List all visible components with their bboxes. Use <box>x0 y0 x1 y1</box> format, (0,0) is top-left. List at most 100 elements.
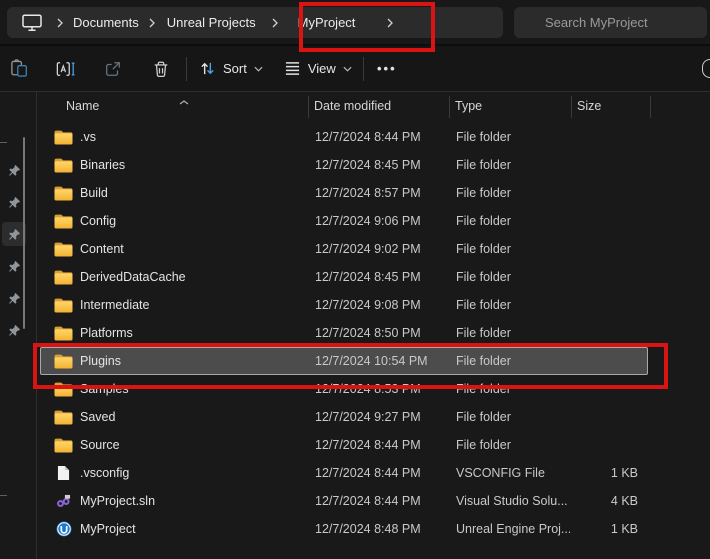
table-row[interactable]: Content 12/7/2024 9:02 PM File folder <box>40 235 648 263</box>
date-modified-cell: 12/7/2024 10:54 PM <box>311 354 452 368</box>
file-type-icon <box>54 381 73 398</box>
file-name-cell: Saved <box>41 409 311 426</box>
file-name: .vsconfig <box>80 466 129 480</box>
breadcrumb-chevron-icon[interactable] <box>149 18 155 28</box>
table-row[interactable]: Binaries 12/7/2024 8:45 PM File folder <box>40 151 648 179</box>
view-label: View <box>308 61 336 76</box>
date-modified-cell: 12/7/2024 8:45 PM <box>311 158 452 172</box>
rail-scrollbar[interactable] <box>23 137 25 329</box>
type-cell: File folder <box>452 326 570 340</box>
folder-icon <box>54 158 73 173</box>
column-header-type[interactable]: Type <box>455 99 482 113</box>
file-name: Intermediate <box>80 298 149 312</box>
file-type-icon <box>54 157 73 174</box>
type-cell: File folder <box>452 382 570 396</box>
table-row[interactable]: Samples 12/7/2024 8:53 PM File folder <box>40 375 648 403</box>
breadcrumb-item-myproject[interactable]: MyProject <box>298 15 356 30</box>
file-name: .vs <box>80 130 96 144</box>
sort-arrows-icon <box>199 60 216 77</box>
type-cell: File folder <box>452 354 570 368</box>
date-modified-cell: 12/7/2024 8:57 PM <box>311 186 452 200</box>
delete-button[interactable] <box>144 52 178 86</box>
date-modified-cell: 12/7/2024 8:53 PM <box>311 382 452 396</box>
file-type-icon <box>54 129 73 146</box>
pin-icon <box>8 228 21 241</box>
type-cell: File folder <box>452 438 570 452</box>
navigation-rail <box>0 92 36 559</box>
file-name: Plugins <box>80 354 121 368</box>
rename-button[interactable] <box>49 52 83 86</box>
table-row[interactable]: Plugins 12/7/2024 10:54 PM File folder <box>40 347 648 375</box>
table-row[interactable]: Platforms 12/7/2024 8:50 PM File folder <box>40 319 648 347</box>
column-divider[interactable] <box>308 96 309 118</box>
type-cell: Unreal Engine Proj... <box>452 522 570 536</box>
folder-icon <box>54 130 73 145</box>
pin-icon <box>8 164 21 177</box>
table-row[interactable]: MyProject.sln 12/7/2024 8:44 PM Visual S… <box>40 487 648 515</box>
search-input[interactable] <box>514 7 707 38</box>
date-modified-cell: 12/7/2024 8:44 PM <box>311 494 452 508</box>
date-modified-cell: 12/7/2024 8:45 PM <box>311 270 452 284</box>
table-row[interactable]: Build 12/7/2024 8:57 PM File folder <box>40 179 648 207</box>
folder-icon <box>54 214 73 229</box>
table-row[interactable]: Intermediate 12/7/2024 9:08 PM File fold… <box>40 291 648 319</box>
table-row[interactable]: .vsconfig 12/7/2024 8:44 PM VSCONFIG Fil… <box>40 459 648 487</box>
file-name-cell: Config <box>41 213 311 230</box>
this-pc-icon[interactable] <box>21 12 43 34</box>
pin-icon <box>8 260 21 273</box>
table-row[interactable]: DerivedDataCache 12/7/2024 8:45 PM File … <box>40 263 648 291</box>
type-cell: Visual Studio Solu... <box>452 494 570 508</box>
folder-icon <box>54 186 73 201</box>
sort-label: Sort <box>223 61 247 76</box>
file-type-icon <box>54 409 73 426</box>
paste-button[interactable] <box>2 52 36 86</box>
type-cell: File folder <box>452 298 570 312</box>
date-modified-cell: 12/7/2024 8:48 PM <box>311 522 452 536</box>
column-header-date-modified[interactable]: Date modified <box>314 99 391 113</box>
trash-icon <box>152 60 170 78</box>
view-button[interactable]: View <box>278 52 358 86</box>
breadcrumb-chevron-icon[interactable] <box>272 18 278 28</box>
column-divider[interactable] <box>650 96 651 118</box>
sort-button[interactable]: Sort <box>193 52 269 86</box>
type-cell: File folder <box>452 130 570 144</box>
file-name: MyProject.sln <box>80 494 155 508</box>
rename-icon <box>56 60 76 78</box>
table-row[interactable]: Config 12/7/2024 9:06 PM File folder <box>40 207 648 235</box>
column-divider[interactable] <box>571 96 572 118</box>
unreal-engine-icon <box>56 521 72 537</box>
file-name-cell: Content <box>41 241 311 258</box>
folder-icon <box>54 242 73 257</box>
date-modified-cell: 12/7/2024 8:44 PM <box>311 438 452 452</box>
table-row[interactable]: Source 12/7/2024 8:44 PM File folder <box>40 431 648 459</box>
file-type-icon <box>54 521 73 538</box>
file-name-cell: Binaries <box>41 157 311 174</box>
share-button[interactable] <box>96 52 130 86</box>
column-headers: Name Date modified Type Size <box>37 92 710 122</box>
size-cell: 1 KB <box>570 522 642 536</box>
file-name: Content <box>80 242 124 256</box>
paste-icon <box>10 59 29 78</box>
rail-divider <box>0 142 7 143</box>
details-pane-icon-partial[interactable] <box>702 59 710 78</box>
type-cell: File folder <box>452 158 570 172</box>
file-name: DerivedDataCache <box>80 270 186 284</box>
breadcrumb-item-unreal-projects[interactable]: Unreal Projects <box>167 15 256 30</box>
file-name-cell: Plugins <box>41 353 311 370</box>
breadcrumb-chevron-icon[interactable] <box>387 18 393 28</box>
column-header-name[interactable]: Name <box>66 99 99 113</box>
date-modified-cell: 12/7/2024 8:44 PM <box>311 130 452 144</box>
table-row[interactable]: MyProject 12/7/2024 8:48 PM Unreal Engin… <box>40 515 648 543</box>
folder-icon <box>54 354 73 369</box>
table-row[interactable]: .vs 12/7/2024 8:44 PM File folder <box>40 123 648 151</box>
file-name-cell: Intermediate <box>41 297 311 314</box>
breadcrumb-chevron-icon[interactable] <box>57 18 63 28</box>
table-row[interactable]: Saved 12/7/2024 9:27 PM File folder <box>40 403 648 431</box>
file-type-icon <box>54 241 73 258</box>
column-header-size[interactable]: Size <box>577 99 601 113</box>
breadcrumb-item-documents[interactable]: Documents <box>73 15 139 30</box>
command-toolbar: Sort View ••• <box>0 46 710 92</box>
pinned-items-list <box>0 92 36 346</box>
column-divider[interactable] <box>449 96 450 118</box>
more-options-button[interactable]: ••• <box>368 52 406 86</box>
